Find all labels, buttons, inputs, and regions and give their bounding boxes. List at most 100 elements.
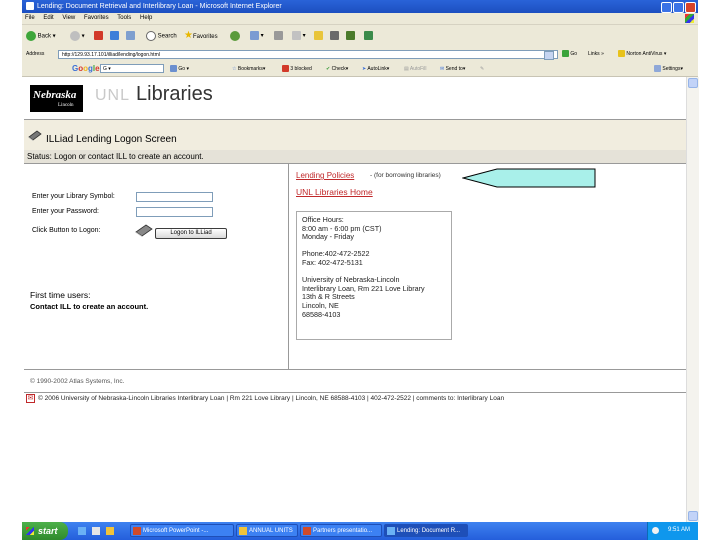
refresh-button[interactable]: [110, 31, 119, 41]
blocked-label: 3 blocked: [290, 66, 312, 72]
nebraska-wordmark: Nebraska: [33, 89, 77, 101]
windows-logo-icon: [685, 14, 694, 23]
email-icon[interactable]: ✉: [26, 394, 35, 403]
windows-flag-icon: [26, 527, 34, 535]
favorites-button[interactable]: ★Favorites: [184, 31, 218, 42]
norton-label: Norton AntiVirus: [626, 51, 663, 57]
nebraska-logo[interactable]: Nebraska Lincoln: [30, 85, 83, 112]
bookmarks-button[interactable]: ☆ Bookmarks▾: [232, 62, 265, 76]
home-button[interactable]: [126, 31, 135, 41]
office-hours-box: Office Hours: 8:00 am - 6:00 pm (CST) Mo…: [296, 211, 452, 340]
tray-icon[interactable]: [652, 527, 659, 534]
vertical-scrollbar[interactable]: [686, 77, 699, 522]
go-button[interactable]: Go: [562, 50, 577, 59]
task-annual-units[interactable]: ANNUAL UNITS: [236, 524, 298, 537]
autolink-button[interactable]: ➤ AutoLink▾: [362, 62, 389, 76]
settings-button[interactable]: Settings▾: [654, 62, 683, 76]
quicklaunch-folder-icon[interactable]: [106, 527, 114, 535]
research-icon: [330, 31, 339, 40]
address-dropdown-icon[interactable]: [544, 51, 554, 60]
menu-view[interactable]: View: [62, 15, 75, 21]
clock: 9:51 AM: [668, 527, 691, 533]
ie-icon: [26, 2, 34, 10]
go-arrow-icon: [562, 50, 569, 58]
menu-file[interactable]: File: [25, 15, 35, 21]
autolink-label: AutoLink: [367, 66, 387, 72]
contact-text: Contact ILL to create an account.: [30, 302, 149, 311]
copyright-text: © 1990-2002 Atlas Systems, Inc.: [30, 378, 125, 385]
google-toolbar: Google G ▾ Go ▾ ☆ Bookmarks▾ 3 blocked ✔…: [22, 62, 698, 77]
ie-icon: [387, 527, 395, 535]
print-button[interactable]: [274, 31, 283, 41]
google-go-label: Go: [178, 66, 186, 72]
google-search-value: G: [103, 66, 107, 72]
norton-button[interactable]: Norton AntiVirus ▾: [618, 50, 666, 59]
search-button[interactable]: Search: [146, 31, 177, 42]
edit-icon: [292, 31, 301, 40]
sendto-button[interactable]: ✉ Send to▾: [440, 62, 465, 76]
unl-wordmark: UNL: [95, 87, 131, 104]
maximize-button[interactable]: [673, 2, 684, 13]
google-search-input[interactable]: G ▾: [100, 64, 164, 73]
logon-button[interactable]: Logon to ILLiad: [155, 228, 227, 239]
forward-button[interactable]: ▾: [70, 31, 85, 42]
password-label: Enter your Password:: [32, 208, 99, 215]
popup-blocker[interactable]: 3 blocked: [282, 62, 312, 76]
unl-libraries-home-link[interactable]: UNL Libraries Home: [296, 187, 373, 197]
password-input[interactable]: [136, 207, 213, 217]
edit-button[interactable]: ▾: [292, 31, 306, 41]
task-partners[interactable]: Partners presentatio...: [300, 524, 382, 537]
mail-button[interactable]: ▾: [250, 31, 264, 41]
back-label: Back: [37, 33, 52, 40]
sendto-label: Send to: [445, 66, 463, 72]
bookmark-star-icon: ☆: [232, 66, 237, 72]
menu-help[interactable]: Help: [140, 15, 152, 21]
messenger-button[interactable]: [346, 31, 355, 41]
task-label: Lending: Document R...: [397, 528, 461, 534]
status-text: Status: Logon or contact ILL to create a…: [27, 152, 204, 161]
google-logo: Google: [72, 62, 100, 77]
library-symbol-input[interactable]: [136, 192, 213, 202]
back-button[interactable]: Back ▾: [26, 31, 56, 42]
office-hours-line: 68588-4103: [302, 309, 341, 319]
links-label: Links: [588, 51, 600, 57]
lending-policies-link[interactable]: Lending Policies: [296, 171, 354, 180]
task-lending[interactable]: Lending: Document R...: [384, 524, 468, 537]
check-label: Check: [331, 66, 346, 72]
check-button[interactable]: ✔ Check▾: [326, 62, 348, 76]
discuss-button[interactable]: [314, 31, 323, 41]
copyright-bar: © 1990-2002 Atlas Systems, Inc.: [24, 369, 686, 393]
history-button[interactable]: [230, 31, 240, 42]
status-bar: Status: Logon or contact ILL to create a…: [24, 150, 686, 164]
research-button[interactable]: [330, 31, 339, 41]
menu-tools[interactable]: Tools: [117, 15, 131, 21]
start-label: start: [38, 526, 58, 536]
extra-button[interactable]: [364, 31, 373, 41]
mail-icon: [250, 31, 259, 40]
stop-icon: [94, 31, 103, 40]
menu-favorites[interactable]: Favorites: [84, 15, 109, 21]
autofill-button[interactable]: ▤ AutoFill: [404, 62, 427, 76]
quicklaunch-ie-icon[interactable]: [78, 527, 86, 535]
links-button[interactable]: Links »: [588, 50, 604, 59]
quicklaunch-desktop-icon[interactable]: [92, 527, 100, 535]
back-arrow-icon: [26, 31, 36, 41]
window-title-bar: Lending: Document Retrieval and Interlib…: [22, 0, 698, 13]
powerpoint-icon: [133, 527, 141, 535]
stop-button[interactable]: [94, 31, 103, 41]
unl-libraries-logo[interactable]: UNL Libraries: [95, 83, 213, 106]
highlight-icon[interactable]: ✎: [480, 62, 484, 76]
google-go-button[interactable]: Go ▾: [170, 62, 189, 76]
history-icon: [230, 31, 240, 41]
address-input[interactable]: http://129.93.17.101/illiad/lending/logo…: [58, 50, 558, 59]
minimize-button[interactable]: [661, 2, 672, 13]
address-bar: Address http://129.93.17.101/illiad/lend…: [22, 47, 698, 63]
close-button[interactable]: [685, 2, 696, 13]
task-powerpoint[interactable]: Microsoft PowerPoint -...: [130, 524, 234, 537]
office-hours-line: Monday - Friday: [302, 232, 354, 242]
scroll-up-button[interactable]: [688, 78, 698, 88]
menu-edit[interactable]: Edit: [43, 15, 53, 21]
scroll-down-button[interactable]: [688, 511, 698, 521]
book-icon: [28, 130, 42, 141]
start-button[interactable]: start: [22, 522, 68, 540]
